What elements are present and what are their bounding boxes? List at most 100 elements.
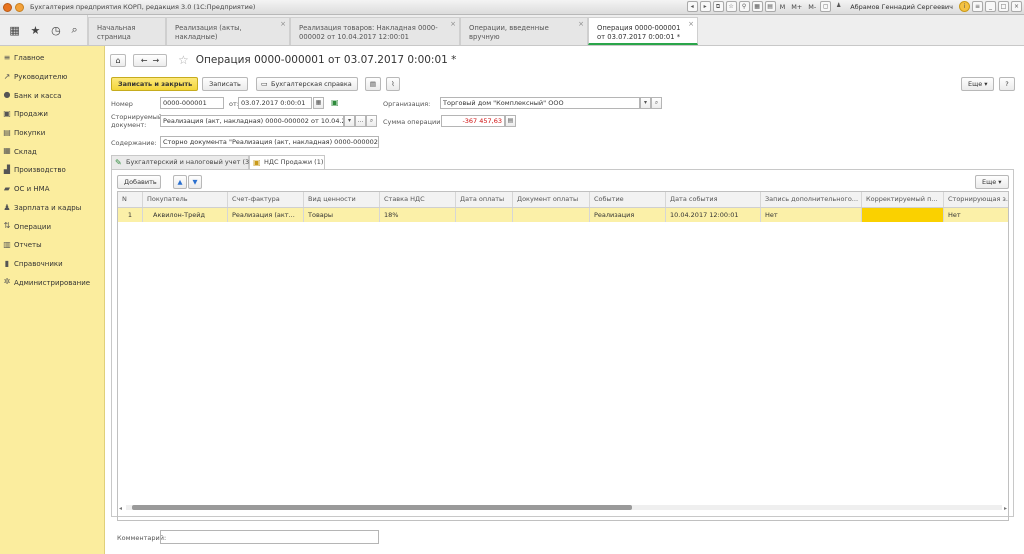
sidebar-item-reports[interactable]: ▥ Отчеты	[0, 236, 104, 255]
link-icon[interactable]: ⚲	[738, 1, 750, 12]
memory-plus-button[interactable]: M+	[789, 3, 804, 11]
table-cell[interactable]: 1	[118, 208, 143, 222]
scrollbar-thumb[interactable]	[132, 505, 632, 510]
calendar-icon[interactable]: ▦	[751, 1, 763, 12]
column-header[interactable]: Дата оплаты	[456, 192, 513, 207]
more-button[interactable]: Еще ▾	[961, 77, 994, 91]
chevron-down-icon[interactable]: ▾	[344, 115, 355, 127]
close-icon[interactable]: ×	[450, 20, 456, 29]
comment-field[interactable]	[160, 530, 379, 544]
table-row[interactable]: 1 Аквилон-Трейд Реализация (акт... Товар…	[118, 208, 1008, 222]
sidebar-item-catalogs[interactable]: ▮ Справочники	[0, 255, 104, 274]
sum-field[interactable]: -367 457,63	[441, 115, 505, 127]
table-cell[interactable]: Нет	[761, 208, 862, 222]
column-header[interactable]: Покупатель	[143, 192, 228, 207]
report-button[interactable]: ▭ Бухгалтерская справка	[256, 77, 358, 91]
number-field[interactable]: 0000-000001	[160, 97, 224, 109]
column-header[interactable]: Дата события	[666, 192, 761, 207]
add-row-button[interactable]: Добавить	[117, 175, 161, 189]
tab-sales-list[interactable]: Реализация (акты, накладные) ×	[166, 17, 290, 45]
tab-sales-invoice[interactable]: Реализация товаров: Накладная 0000-00000…	[290, 17, 460, 45]
tab-manual-operations[interactable]: Операции, введенные вручную ×	[460, 17, 588, 45]
table-more-button[interactable]: Еще ▾	[975, 175, 1009, 189]
maximize-icon[interactable]: □	[998, 1, 1009, 12]
memory-m-button[interactable]: M	[778, 3, 788, 11]
tab-operation[interactable]: Операция 0000-000001 от 03.07.2017 0:00:…	[588, 17, 698, 45]
apps-grid-icon[interactable]: ▦	[9, 24, 19, 37]
date-status-icon[interactable]: ▣	[331, 98, 339, 107]
calculator-icon[interactable]: ▤	[764, 1, 776, 12]
attach-icon[interactable]: ⌇	[386, 77, 400, 91]
history-icon[interactable]: ◷	[51, 24, 61, 37]
close-icon[interactable]: ×	[578, 20, 584, 29]
calendar-icon[interactable]: ▦	[313, 97, 324, 109]
column-header[interactable]: Корректируемый п...	[862, 192, 944, 207]
column-header[interactable]: Ставка НДС	[380, 192, 456, 207]
move-down-icon[interactable]: ▼	[188, 175, 202, 189]
table-cell-selected[interactable]	[862, 208, 944, 222]
open-link-icon[interactable]: ⌕	[651, 97, 662, 109]
minimize-icon[interactable]: _	[985, 1, 996, 12]
table-cell[interactable]: Реализация (акт...	[228, 208, 304, 222]
sidebar-item-payroll[interactable]: ♟ Зарплата и кадры	[0, 199, 104, 218]
table-cell[interactable]	[513, 208, 590, 222]
copy-icon[interactable]: ⧉	[712, 1, 724, 12]
sidebar-item-admin[interactable]: ✲ Администрирование	[0, 273, 104, 292]
column-header[interactable]: Счет-фактура	[228, 192, 304, 207]
sidebar-item-warehouse[interactable]: ▦ Склад	[0, 142, 104, 161]
sidebar-item-manager[interactable]: ↗ Руководителю	[0, 68, 104, 87]
table-cell[interactable]: 18%	[380, 208, 456, 222]
chevron-down-icon[interactable]: ▾	[640, 97, 651, 109]
select-button[interactable]: …	[355, 115, 366, 127]
home-icon[interactable]: ⌂	[110, 53, 126, 67]
scroll-right-icon[interactable]: ▸	[1004, 505, 1007, 512]
sidebar-item-bank[interactable]: ● Банк и касса	[0, 86, 104, 105]
date-field[interactable]: 03.07.2017 0:00:01	[238, 97, 312, 109]
tab-vat-sales[interactable]: ▣ НДС Продажи (1)	[249, 155, 325, 170]
column-header[interactable]: Запись дополнительного...	[761, 192, 862, 207]
app-menu-icon[interactable]	[15, 2, 24, 12]
structure-icon[interactable]: ▤	[365, 77, 381, 91]
organization-field[interactable]: Торговый дом "Комплексный" ООО	[440, 97, 640, 109]
sidebar-item-main[interactable]: ≡ Главное	[0, 49, 104, 68]
window-icon[interactable]: ▢	[820, 1, 832, 12]
sidebar-item-assets[interactable]: ▰ ОС и НМА	[0, 180, 104, 199]
current-user[interactable]: Абрамов Геннадий Сергеевич	[850, 3, 953, 11]
content-field[interactable]: Сторно документа "Реализация (акт, накла…	[160, 136, 379, 148]
favorite-star-icon[interactable]: ☆	[178, 53, 189, 67]
tab-home[interactable]: Начальная страница	[88, 17, 166, 45]
open-link-icon[interactable]: ⌕	[366, 115, 377, 127]
column-header[interactable]: Вид ценности	[304, 192, 380, 207]
sidebar-item-operations[interactable]: ⇅ Операции	[0, 217, 104, 236]
horizontal-scrollbar[interactable]	[126, 505, 1002, 510]
sidebar-item-production[interactable]: ▟ Производство	[0, 161, 104, 180]
close-icon[interactable]: ×	[280, 20, 286, 29]
back-forward-buttons[interactable]: ← →	[133, 53, 167, 67]
column-header[interactable]: Событие	[590, 192, 666, 207]
table-cell[interactable]: Нет	[944, 208, 1008, 222]
tab-accounting[interactable]: ✎ Бухгалтерский и налоговый учет (3)	[111, 155, 252, 169]
help-button[interactable]: ?	[999, 77, 1015, 91]
close-icon[interactable]: ×	[1011, 1, 1022, 12]
info-icon[interactable]: i	[959, 1, 970, 12]
close-icon[interactable]: ×	[688, 20, 694, 29]
history-icon[interactable]: ☆	[725, 1, 737, 12]
table-cell[interactable]: 10.04.2017 12:00:01	[666, 208, 761, 222]
forward-icon[interactable]: ▸	[699, 1, 711, 12]
table-cell[interactable]: Реализация	[590, 208, 666, 222]
table-cell[interactable]: Товары	[304, 208, 380, 222]
sidebar-item-sales[interactable]: ▣ Продажи	[0, 105, 104, 124]
save-close-button[interactable]: Записать и закрыть	[111, 77, 198, 91]
calculator-icon[interactable]: ▤	[505, 115, 516, 127]
table-cell[interactable]	[456, 208, 513, 222]
table-cell[interactable]: Аквилон-Трейд	[143, 208, 228, 222]
scroll-left-icon[interactable]: ◂	[119, 505, 122, 512]
memory-minus-button[interactable]: M-	[806, 3, 818, 11]
column-header[interactable]: Сторнирующая з...	[944, 192, 1008, 207]
sidebar-item-purchases[interactable]: ▤ Покупки	[0, 124, 104, 143]
column-header[interactable]: Документ оплаты	[513, 192, 590, 207]
settings-icon[interactable]: ≡	[972, 1, 983, 12]
back-icon[interactable]: ◂	[686, 1, 698, 12]
save-button[interactable]: Записать	[202, 77, 248, 91]
search-icon[interactable]: ⌕	[71, 23, 77, 37]
